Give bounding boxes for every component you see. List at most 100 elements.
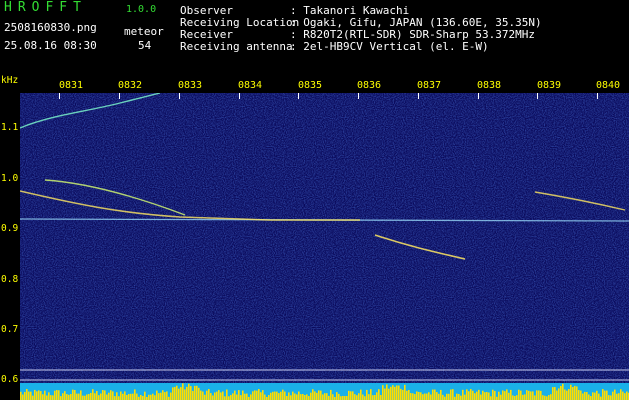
level-bar bbox=[348, 390, 350, 400]
level-bar bbox=[424, 393, 426, 400]
level-bar bbox=[330, 389, 332, 400]
level-bar bbox=[30, 391, 32, 400]
level-bar bbox=[50, 395, 52, 400]
level-bar bbox=[190, 386, 192, 400]
level-bar bbox=[542, 395, 544, 400]
level-bar bbox=[132, 393, 134, 400]
level-bar bbox=[22, 394, 24, 400]
level-bar bbox=[466, 389, 468, 400]
level-bar bbox=[82, 395, 84, 400]
level-bar bbox=[244, 393, 246, 400]
level-bar bbox=[76, 393, 78, 400]
level-bar bbox=[544, 395, 546, 400]
level-bar bbox=[408, 389, 410, 400]
level-bar bbox=[116, 392, 118, 400]
frequency-tick: 1.1 bbox=[1, 122, 19, 133]
level-bar bbox=[216, 391, 218, 400]
level-bar bbox=[468, 391, 470, 400]
level-bar bbox=[200, 390, 202, 400]
level-bar bbox=[532, 391, 534, 400]
level-bar bbox=[70, 394, 72, 400]
antenna-value: : 2el-HB9CV Vertical (el. E-W) bbox=[290, 40, 489, 53]
level-bar bbox=[380, 394, 382, 400]
level-bar bbox=[406, 390, 408, 400]
level-bar bbox=[176, 385, 178, 400]
frequency-tick: 0.9 bbox=[1, 223, 19, 234]
level-bar bbox=[526, 390, 528, 400]
level-bar bbox=[388, 388, 390, 400]
level-bar bbox=[436, 392, 438, 400]
level-bar bbox=[280, 391, 282, 400]
level-bar bbox=[438, 393, 440, 400]
time-tick: 0834 bbox=[238, 80, 263, 91]
level-bar bbox=[602, 389, 604, 400]
level-bar bbox=[400, 388, 402, 400]
level-bar bbox=[68, 394, 70, 400]
level-bar bbox=[596, 390, 598, 400]
antenna-label: Receiving antenna bbox=[180, 40, 293, 53]
level-bar bbox=[72, 389, 74, 400]
level-bar bbox=[470, 389, 472, 400]
level-bar bbox=[590, 396, 592, 400]
level-bar bbox=[140, 394, 142, 400]
level-bar bbox=[440, 389, 442, 400]
level-bar bbox=[196, 385, 198, 400]
level-bar bbox=[346, 396, 348, 400]
level-bar bbox=[114, 396, 116, 400]
level-bar bbox=[160, 392, 162, 400]
level-bar bbox=[458, 393, 460, 400]
level-bar bbox=[48, 392, 50, 400]
level-bar bbox=[514, 396, 516, 400]
level-bar bbox=[594, 392, 596, 400]
level-bar bbox=[308, 396, 310, 400]
level-bar bbox=[152, 393, 154, 400]
time-axis: 0831 0832 0833 0834 0835 0836 0837 0838 … bbox=[0, 76, 629, 93]
level-bar bbox=[374, 395, 376, 400]
level-bar bbox=[390, 386, 392, 400]
level-bar bbox=[524, 394, 526, 400]
level-bar bbox=[474, 393, 476, 400]
level-bar bbox=[520, 390, 522, 400]
level-bar bbox=[518, 389, 520, 400]
level-bar bbox=[122, 393, 124, 400]
level-bar bbox=[376, 392, 378, 400]
level-bar bbox=[112, 391, 114, 400]
level-bar bbox=[610, 395, 612, 400]
level-bar bbox=[78, 393, 80, 400]
level-bar bbox=[86, 394, 88, 400]
level-bar bbox=[222, 391, 224, 400]
frequency-tick: 0.8 bbox=[1, 274, 19, 285]
level-bar bbox=[368, 394, 370, 400]
level-bar bbox=[288, 392, 290, 400]
level-bar bbox=[128, 393, 130, 400]
level-bar bbox=[430, 394, 432, 400]
level-bar bbox=[142, 395, 144, 400]
level-bar bbox=[24, 391, 26, 400]
level-bar bbox=[326, 393, 328, 400]
level-bar bbox=[26, 389, 28, 400]
level-bar bbox=[262, 390, 264, 400]
level-bar bbox=[332, 394, 334, 400]
level-bar bbox=[336, 392, 338, 400]
level-bar bbox=[264, 394, 266, 400]
time-tick: 0833 bbox=[178, 80, 203, 91]
noise-texture bbox=[20, 93, 629, 400]
meteor-count: 54 bbox=[138, 39, 152, 52]
level-bar bbox=[502, 390, 504, 400]
level-bar bbox=[220, 392, 222, 400]
level-bar bbox=[194, 385, 196, 400]
level-bar bbox=[490, 396, 492, 400]
level-bar bbox=[442, 394, 444, 400]
level-bar bbox=[618, 393, 620, 400]
level-bar bbox=[500, 394, 502, 400]
level-bar bbox=[54, 390, 56, 400]
level-bar bbox=[236, 394, 238, 400]
level-bar bbox=[460, 395, 462, 400]
frequency-tick: 0.7 bbox=[1, 324, 19, 335]
level-bar bbox=[162, 390, 164, 400]
level-bar bbox=[564, 389, 566, 400]
time-tick: 0836 bbox=[357, 80, 382, 91]
level-bar bbox=[504, 391, 506, 400]
level-bar bbox=[148, 394, 150, 400]
time-tick: 0840 bbox=[596, 80, 621, 91]
